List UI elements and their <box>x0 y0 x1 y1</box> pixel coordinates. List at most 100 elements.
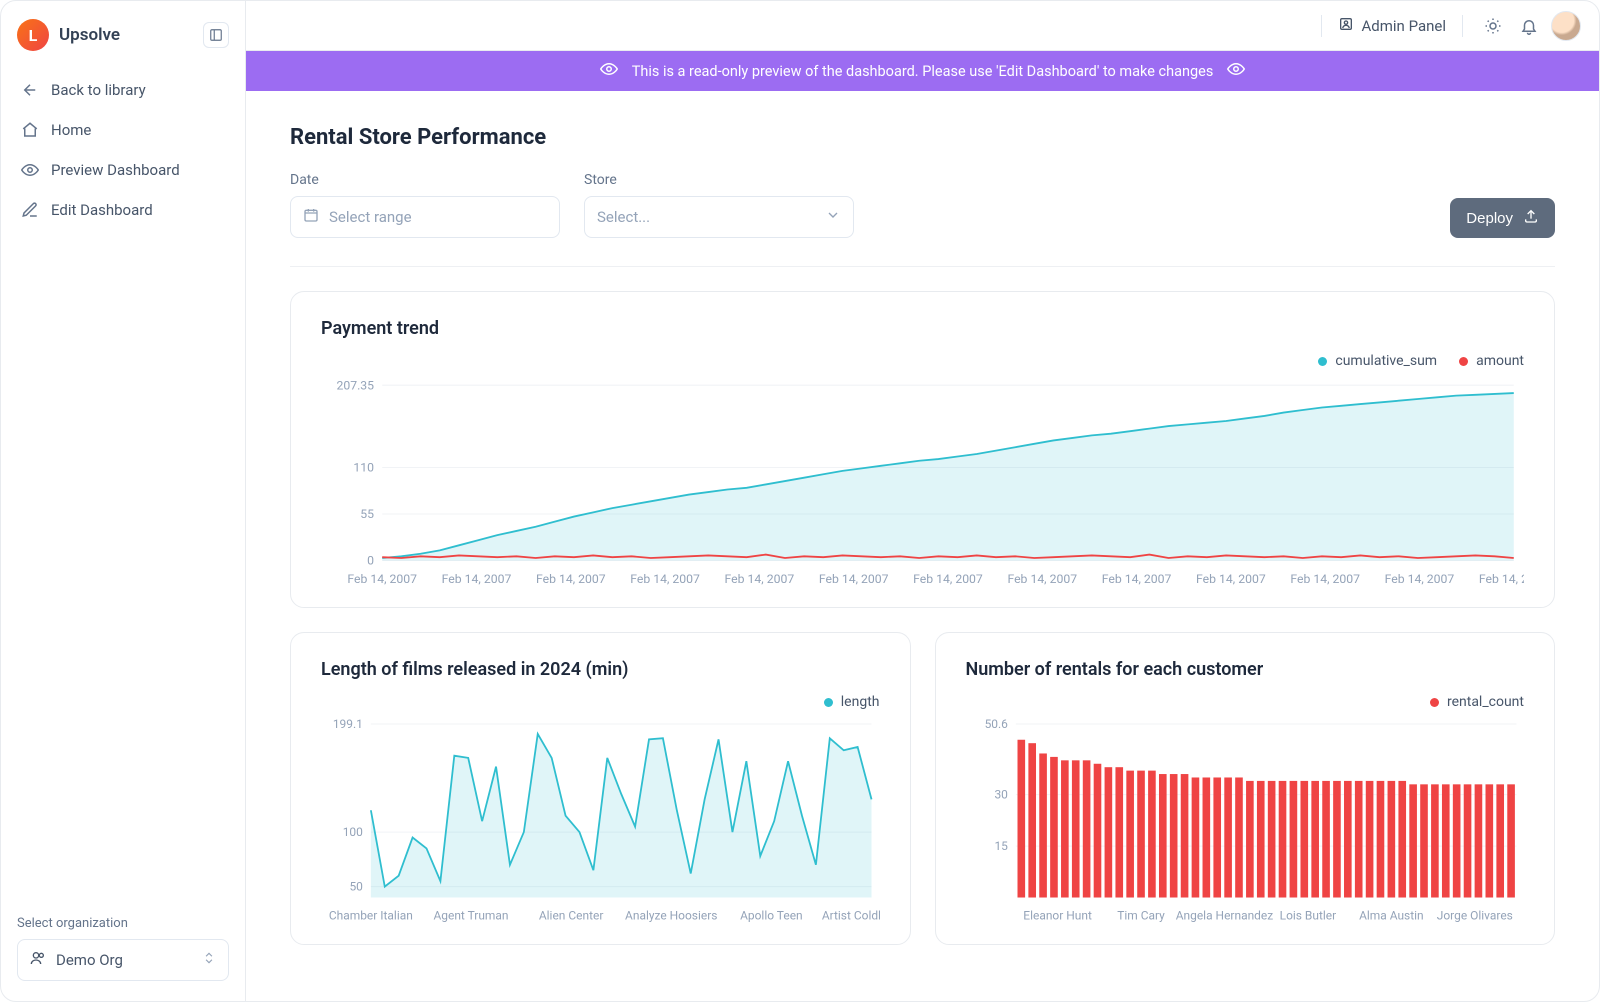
svg-text:199.1: 199.1 <box>333 717 363 731</box>
svg-text:Feb 14, 2007: Feb 14, 2007 <box>442 572 512 586</box>
legend-label: amount <box>1476 353 1524 369</box>
filter-date: Date Select range <box>290 172 560 238</box>
org-select[interactable]: Demo Org <box>17 939 229 981</box>
shield-icon <box>1338 16 1354 36</box>
date-range-input[interactable]: Select range <box>290 196 560 238</box>
legend: rental_count <box>966 694 1525 710</box>
org-label: Select organization <box>17 916 229 931</box>
svg-text:Feb 14, 2007: Feb 14, 2007 <box>1479 572 1524 586</box>
banner-text: This is a read-only preview of the dashb… <box>632 63 1214 80</box>
svg-text:50.6: 50.6 <box>984 717 1008 731</box>
svg-text:100: 100 <box>343 825 363 839</box>
svg-text:Agent Truman: Agent Truman <box>433 909 508 923</box>
chevron-down-icon <box>825 207 841 227</box>
sidebar-item-label: Back to library <box>51 81 146 99</box>
bell-icon <box>1520 17 1538 35</box>
divider <box>1462 15 1463 37</box>
legend-label: length <box>841 694 880 710</box>
svg-text:Feb 14, 2007: Feb 14, 2007 <box>913 572 983 586</box>
topbar: Admin Panel <box>246 1 1599 51</box>
home-icon <box>21 121 39 139</box>
sidebar-item-label: Preview Dashboard <box>51 161 180 179</box>
legend-item-length: length <box>824 694 880 710</box>
date-placeholder: Select range <box>329 208 412 226</box>
svg-text:Lois Butler: Lois Butler <box>1279 909 1336 923</box>
filter-label: Date <box>290 172 560 188</box>
svg-text:0: 0 <box>367 554 374 568</box>
upload-icon <box>1523 208 1539 228</box>
edit-icon <box>21 201 39 219</box>
svg-text:Angela Hernandez: Angela Hernandez <box>1175 909 1273 923</box>
svg-text:Chamber Italian: Chamber Italian <box>329 909 413 923</box>
svg-text:Feb 14, 2007: Feb 14, 2007 <box>1385 572 1455 586</box>
sidebar-item-home[interactable]: Home <box>9 111 237 149</box>
legend-item-rental-count: rental_count <box>1430 694 1524 710</box>
eye-icon <box>1227 60 1245 82</box>
svg-text:Analyze Hoosiers: Analyze Hoosiers <box>625 909 717 923</box>
sidebar-item-label: Edit Dashboard <box>51 201 153 219</box>
svg-text:Tim Cary: Tim Cary <box>1117 909 1165 923</box>
sidebar-collapse-button[interactable] <box>203 22 229 48</box>
svg-text:Alien Center: Alien Center <box>539 909 604 923</box>
chart-payment-trend: 055110207.35Feb 14, 2007Feb 14, 2007Feb … <box>321 375 1524 589</box>
deploy-label: Deploy <box>1466 210 1513 227</box>
sidebar-item-preview-dashboard[interactable]: Preview Dashboard <box>9 151 237 189</box>
sidebar-item-edit-dashboard[interactable]: Edit Dashboard <box>9 191 237 229</box>
brand-name: Upsolve <box>59 25 120 45</box>
admin-panel-label: Admin Panel <box>1362 17 1446 35</box>
svg-text:30: 30 <box>994 788 1008 802</box>
filter-label: Store <box>584 172 854 188</box>
card-film-length: Length of films released in 2024 (min) l… <box>290 632 911 944</box>
svg-text:Feb 14, 2007: Feb 14, 2007 <box>1007 572 1077 586</box>
svg-text:Feb 14, 2007: Feb 14, 2007 <box>819 572 889 586</box>
legend: cumulative_sum amount <box>321 353 1524 369</box>
legend-dot <box>1430 698 1439 707</box>
legend-label: rental_count <box>1447 694 1524 710</box>
users-icon <box>30 950 46 970</box>
svg-text:Feb 14, 2007: Feb 14, 2007 <box>536 572 606 586</box>
svg-text:Jorge Olivares: Jorge Olivares <box>1436 909 1512 923</box>
legend-dot <box>824 698 833 707</box>
svg-text:50: 50 <box>349 880 363 894</box>
svg-text:Feb 14, 2007: Feb 14, 2007 <box>630 572 700 586</box>
svg-text:15: 15 <box>994 839 1008 853</box>
panel-left-icon <box>209 28 223 42</box>
main: Admin Panel This is a read-only preview … <box>246 1 1599 1001</box>
calendar-icon <box>303 207 319 227</box>
svg-text:Eleanor Hunt: Eleanor Hunt <box>1023 909 1092 923</box>
org-value: Demo Org <box>56 951 123 969</box>
theme-toggle[interactable] <box>1479 12 1507 40</box>
svg-text:Feb 14, 2007: Feb 14, 2007 <box>347 572 417 586</box>
svg-text:Alma Austin: Alma Austin <box>1359 909 1424 923</box>
svg-text:Artist Coldblooded: Artist Coldblooded <box>822 909 880 923</box>
brand-logo: L <box>17 19 49 51</box>
notifications-button[interactable] <box>1515 12 1543 40</box>
svg-text:Feb 14, 2007: Feb 14, 2007 <box>1290 572 1360 586</box>
deploy-button[interactable]: Deploy <box>1450 198 1555 238</box>
chart-rental-count: 15 30 50.6 Eleanor Hunt Tim Cary Angela Herna… <box>966 716 1525 925</box>
chevrons-up-down-icon <box>202 951 216 969</box>
readonly-banner: This is a read-only preview of the dashb… <box>246 51 1599 91</box>
eye-icon <box>600 60 618 82</box>
store-placeholder: Select... <box>597 208 650 226</box>
card-payment-trend: Payment trend cumulative_sum amount 0551… <box>290 291 1555 608</box>
brand: L Upsolve <box>9 13 237 63</box>
chart-film-length: 50 100 199.1 Chamber Italian Agent Truman Ali… <box>321 716 880 925</box>
filter-row: Date Select range Store Select... Deploy <box>290 172 1555 267</box>
arrow-left-icon <box>21 81 39 99</box>
avatar[interactable] <box>1551 11 1581 41</box>
filter-store: Store Select... <box>584 172 854 238</box>
content: Rental Store Performance Date Select ran… <box>246 91 1599 1001</box>
svg-text:Feb 14, 2007: Feb 14, 2007 <box>1102 572 1172 586</box>
store-select[interactable]: Select... <box>584 196 854 238</box>
card-title: Number of rentals for each customer <box>966 659 1525 680</box>
sidebar-footer: Select organization Demo Org <box>9 908 237 989</box>
admin-panel-link[interactable]: Admin Panel <box>1338 16 1446 36</box>
sidebar-item-label: Home <box>51 121 91 139</box>
nav: Back to library Home Preview Dashboard E… <box>9 71 237 229</box>
svg-text:207.35: 207.35 <box>336 378 374 392</box>
svg-text:Feb 14, 2007: Feb 14, 2007 <box>1196 572 1266 586</box>
svg-text:110: 110 <box>353 461 374 475</box>
divider <box>1321 15 1322 37</box>
sidebar-item-back-to-library[interactable]: Back to library <box>9 71 237 109</box>
